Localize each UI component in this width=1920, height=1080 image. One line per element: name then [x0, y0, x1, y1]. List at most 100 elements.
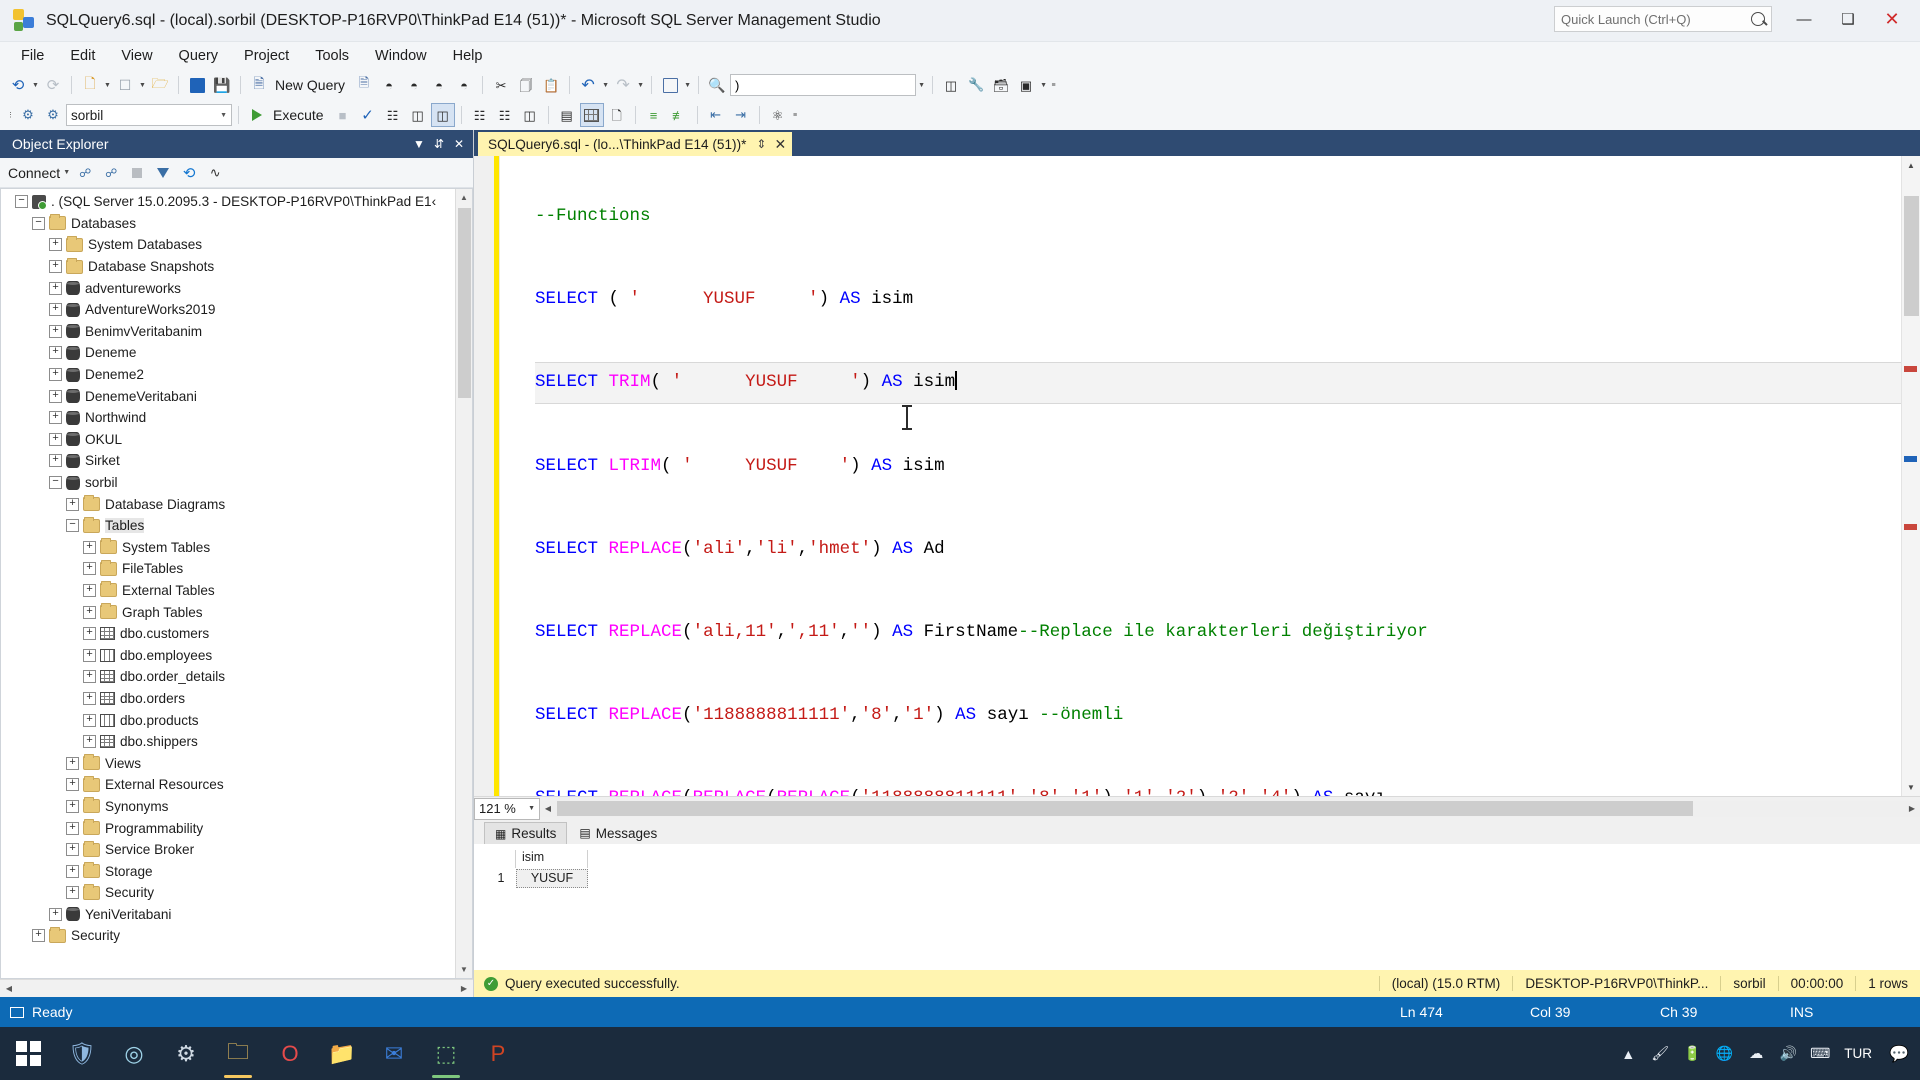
menu-item-query[interactable]: Query [166, 44, 232, 68]
results-to-grid-icon[interactable] [579, 103, 604, 127]
powerpoint-icon[interactable]: P [472, 1027, 524, 1080]
tree-node[interactable]: + FileTables [1, 558, 472, 580]
expand-icon[interactable]: + [66, 799, 79, 813]
new-query-label[interactable]: New Query [272, 77, 351, 93]
tree-node[interactable]: + Deneme [1, 342, 472, 364]
tree-node[interactable]: + dbo.employees [1, 644, 472, 666]
cut-icon[interactable]: ✂ [489, 73, 513, 97]
window-layout-icon[interactable] [658, 73, 682, 97]
keyboard-icon[interactable]: ⌨ [1806, 1045, 1834, 1062]
expand-icon[interactable]: + [49, 238, 62, 252]
code-line[interactable]: --Functions [535, 196, 1901, 238]
new-query-icon[interactable]: 🗎 [247, 73, 271, 97]
expand-icon[interactable]: + [49, 324, 62, 338]
expand-icon[interactable]: + [66, 886, 79, 900]
save-all-icon[interactable]: 💾 [210, 73, 234, 97]
scrollbar-track[interactable] [1694, 801, 1904, 816]
scroll-down-icon[interactable]: ▼ [1902, 778, 1920, 796]
code-line[interactable]: SELECT REPLACE('ali','li','hmet') AS Ad [535, 529, 1901, 571]
editor-code-text[interactable]: --Functions SELECT ( ' YUSUF ') AS isim SE… [507, 156, 1901, 796]
folder-icon[interactable]: 📁 [316, 1027, 368, 1080]
code-line[interactable] [535, 487, 1901, 529]
tree-node[interactable]: + Storage [1, 860, 472, 882]
opera-icon[interactable]: O [264, 1027, 316, 1080]
expand-icon[interactable]: + [32, 929, 45, 943]
close-button[interactable]: ✕ [1870, 4, 1914, 34]
tab-sqlquery6[interactable]: SQLQuery6.sql - (lo...\ThinkPad E14 (51)… [478, 132, 793, 156]
comment-icon[interactable]: ≡ [642, 103, 666, 127]
decrease-indent-icon[interactable]: ⇤ [704, 103, 728, 127]
expand-icon[interactable]: + [49, 281, 62, 295]
tree-node[interactable]: + Graph Tables [1, 601, 472, 623]
tab-pin-icon[interactable]: ⇕ [756, 137, 766, 151]
parse-icon[interactable]: ✓ [356, 103, 380, 127]
browser-icon[interactable]: ◎ [108, 1027, 160, 1080]
new-data-storage-query-icon[interactable]: ◓ [452, 73, 476, 97]
connect-object-explorer-icon[interactable]: ☍ [73, 161, 97, 185]
tree-node[interactable]: − Tables [1, 515, 472, 537]
disconnect-object-explorer-icon[interactable]: ☍ [99, 161, 123, 185]
tree-node[interactable]: + BenimvVeritabanim [1, 321, 472, 343]
expand-icon[interactable]: + [66, 756, 79, 770]
panel-dropdown-icon[interactable]: ▼ [409, 137, 429, 151]
new-dmx-query-icon[interactable]: ◓ [402, 73, 426, 97]
collapse-icon[interactable]: − [32, 216, 45, 230]
onedrive-icon[interactable]: ☁ [1742, 1045, 1770, 1062]
query-options-icon[interactable]: ◫ [406, 103, 430, 127]
expand-icon[interactable]: + [49, 389, 62, 403]
scrollbar-thumb[interactable] [1904, 196, 1919, 316]
scroll-up-icon[interactable]: ▲ [1902, 156, 1920, 174]
quick-launch-input[interactable]: Quick Launch (Ctrl+Q) [1554, 6, 1772, 32]
language-indicator[interactable]: TUR [1838, 1046, 1878, 1061]
panel-close-icon[interactable]: ✕ [449, 137, 469, 151]
find-dropdown-icon[interactable]: ▼ [917, 74, 926, 96]
code-line[interactable] [535, 321, 1901, 363]
tab-close-icon[interactable]: ✕ [774, 136, 786, 153]
object-explorer-vertical-scrollbar[interactable]: ▲ ▼ [455, 189, 472, 978]
redo-icon[interactable]: ↷ [611, 73, 635, 97]
pen-icon[interactable]: 🖌 [1646, 1045, 1674, 1062]
menu-item-view[interactable]: View [108, 44, 165, 68]
code-line[interactable] [535, 570, 1901, 612]
scroll-right-icon[interactable]: ▶ [1904, 804, 1920, 813]
properties-window-icon[interactable]: ▣ [1014, 73, 1038, 97]
filter-icon[interactable] [151, 161, 175, 185]
tree-node[interactable]: + System Tables [1, 537, 472, 559]
find-in-files-icon[interactable]: ◫ [939, 73, 963, 97]
increase-indent-icon[interactable]: ⇥ [729, 103, 753, 127]
tree-node[interactable]: − Databases [1, 213, 472, 235]
windows-start-icon[interactable] [0, 1027, 56, 1080]
tree-node[interactable]: + dbo.orders [1, 688, 472, 710]
tree-node[interactable]: + Synonyms [1, 796, 472, 818]
execute-icon[interactable] [245, 103, 269, 127]
tree-node[interactable]: + dbo.order_details [1, 666, 472, 688]
maximize-button[interactable]: ❑ [1826, 4, 1870, 34]
undo-icon[interactable]: ↶ [576, 73, 600, 97]
scroll-down-icon[interactable]: ▼ [456, 961, 472, 978]
tree-node[interactable]: + Northwind [1, 407, 472, 429]
new-xmla-query-icon[interactable]: ◓ [427, 73, 451, 97]
code-line[interactable]: SELECT REPLACE(REPLACE(REPLACE('11888888… [535, 778, 1901, 796]
refresh-icon[interactable]: ⟲ [177, 161, 201, 185]
uncomment-icon[interactable]: ≢ [667, 103, 691, 127]
tree-node[interactable]: + Sirket [1, 450, 472, 472]
new-project-dropdown-icon[interactable]: ▼ [103, 74, 112, 96]
file-explorer-icon[interactable]: 🗀 [212, 1027, 264, 1080]
tree-node[interactable]: + Deneme2 [1, 364, 472, 386]
expand-icon[interactable]: + [66, 821, 79, 835]
outlook-icon[interactable]: ✉ [368, 1027, 420, 1080]
toolbar-overflow-icon[interactable]: ≡ [1049, 74, 1058, 96]
battery-icon[interactable]: 🔋 [1678, 1045, 1706, 1062]
query-history-icon[interactable]: ◫ [518, 103, 542, 127]
defender-icon[interactable]: 🛡 [56, 1027, 108, 1080]
new-query-current-connection-icon[interactable]: 🗎 [352, 73, 376, 97]
navigate-back-icon[interactable]: ⟲ [6, 73, 30, 97]
tree-node[interactable]: + DenemeVeritabani [1, 385, 472, 407]
tree-node[interactable]: + External Resources [1, 774, 472, 796]
collapse-icon[interactable]: − [66, 519, 79, 533]
expand-icon[interactable]: + [83, 648, 96, 662]
tree-node[interactable]: + OKUL [1, 429, 472, 451]
network-icon[interactable]: 🌐 [1710, 1045, 1738, 1062]
properties-dropdown-icon[interactable]: ▼ [1039, 74, 1048, 96]
include-client-statistics-icon[interactable]: ☷ [493, 103, 517, 127]
